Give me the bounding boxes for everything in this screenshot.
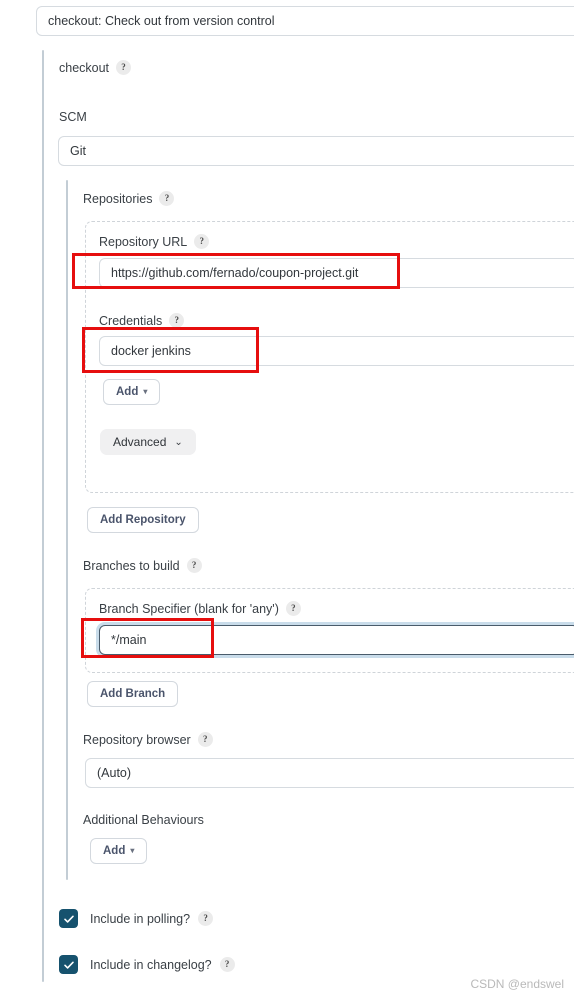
repositories-label-text: Repositories	[83, 191, 153, 206]
page-root: checkout: Check out from version control…	[0, 0, 574, 999]
include-in-changelog-label: Include in changelog? ?	[90, 957, 235, 972]
add-repository-button-label: Add Repository	[100, 514, 186, 526]
include-in-polling-label: Include in polling? ?	[90, 911, 214, 926]
scm-select[interactable]: Git	[58, 136, 574, 166]
add-branch-button-label: Add Branch	[100, 688, 166, 700]
advanced-toggle-button[interactable]: Advanced ⌄	[100, 429, 196, 455]
help-icon[interactable]: ?	[169, 313, 185, 328]
add-credentials-button-label: Add	[116, 386, 139, 398]
credentials-value: docker jenkins	[111, 344, 191, 358]
add-behaviour-button-label: Add	[103, 845, 126, 857]
repository-browser-value: (Auto)	[97, 766, 132, 780]
include-in-polling-row[interactable]: Include in polling? ?	[59, 909, 214, 928]
scm-label-text: SCM	[59, 110, 87, 124]
include-in-changelog-row[interactable]: Include in changelog? ?	[59, 955, 235, 974]
add-branch-button[interactable]: Add Branch	[87, 681, 179, 707]
advanced-toggle-label: Advanced	[113, 435, 167, 449]
include-in-polling-checkbox[interactable]	[59, 909, 78, 928]
add-behaviour-button[interactable]: Add ▾	[90, 838, 148, 864]
section-rule-outer	[42, 50, 44, 982]
help-icon[interactable]: ?	[194, 234, 210, 249]
repository-url-label: Repository URL ?	[99, 234, 210, 249]
add-repository-button[interactable]: Add Repository	[87, 507, 199, 533]
help-icon[interactable]: ?	[159, 191, 175, 206]
help-icon[interactable]: ?	[186, 558, 202, 573]
caret-down-icon: ▾	[143, 387, 148, 396]
repository-browser-label: Repository browser ?	[83, 732, 213, 747]
repository-browser-label-text: Repository browser	[83, 732, 191, 747]
help-icon[interactable]: ?	[219, 957, 235, 972]
additional-behaviours-label-text: Additional Behaviours	[83, 813, 204, 827]
add-credentials-button[interactable]: Add ▾	[103, 379, 161, 405]
branch-specifier-input[interactable]: */main	[99, 625, 574, 655]
include-in-changelog-label-text: Include in changelog?	[90, 957, 212, 972]
credentials-select[interactable]: docker jenkins	[99, 336, 574, 366]
repository-url-label-text: Repository URL	[99, 234, 188, 249]
branches-to-build-label-text: Branches to build	[83, 558, 180, 573]
repository-url-input[interactable]: https://github.com/fernado/coupon-projec…	[99, 258, 574, 288]
checkout-label-text: checkout	[59, 60, 110, 75]
chevron-down-icon: ⌄	[174, 436, 183, 448]
scm-label: SCM	[59, 110, 87, 124]
watermark: CSDN @endswel	[470, 977, 564, 991]
step-title-box[interactable]: checkout: Check out from version control	[36, 6, 574, 36]
additional-behaviours-label: Additional Behaviours	[83, 813, 204, 827]
credentials-label: Credentials ?	[99, 313, 185, 328]
left-gutter	[0, 0, 33, 999]
section-rule-inner	[66, 180, 68, 880]
repository-browser-select[interactable]: (Auto)	[85, 758, 574, 788]
branch-specifier-label-text: Branch Specifier (blank for 'any')	[99, 601, 279, 616]
scm-select-value: Git	[70, 144, 86, 158]
help-icon[interactable]: ?	[197, 732, 213, 747]
include-in-polling-label-text: Include in polling?	[90, 911, 191, 926]
help-icon[interactable]: ?	[116, 60, 132, 75]
include-in-changelog-checkbox[interactable]	[59, 955, 78, 974]
checkout-label: checkout ?	[59, 60, 132, 75]
branch-specifier-label: Branch Specifier (blank for 'any') ?	[99, 601, 301, 616]
help-icon[interactable]: ?	[198, 911, 214, 926]
branches-to-build-label: Branches to build ?	[83, 558, 202, 573]
branch-specifier-value: */main	[111, 633, 147, 647]
caret-down-icon: ▾	[130, 846, 135, 855]
step-title-text: checkout: Check out from version control	[48, 14, 275, 28]
help-icon[interactable]: ?	[285, 601, 301, 616]
repository-url-value: https://github.com/fernado/coupon-projec…	[111, 266, 359, 280]
repositories-label: Repositories ?	[83, 191, 175, 206]
credentials-label-text: Credentials	[99, 313, 163, 328]
